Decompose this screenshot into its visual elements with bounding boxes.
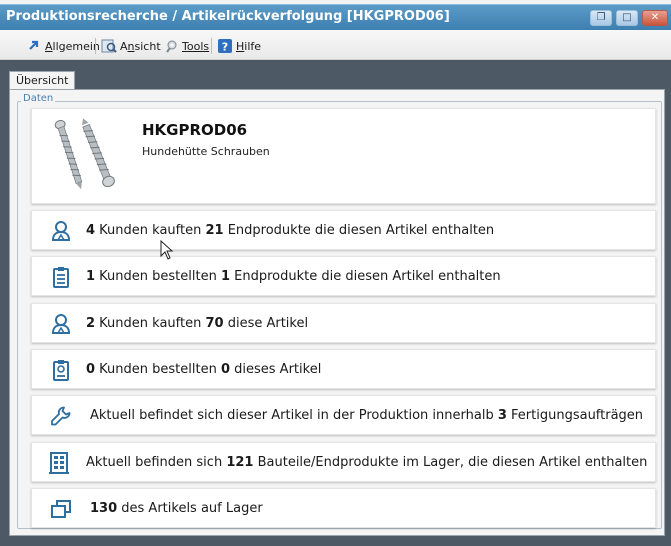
close-icon: ✕: [650, 12, 660, 23]
wrench-icon: [49, 404, 73, 428]
row-label: dieses Artikel: [230, 362, 322, 377]
row-text: 4 Kunden kauften 21 Endprodukte die dies…: [86, 223, 494, 238]
row-text: 0 Kunden bestellten 0 dieses Artikel: [86, 362, 321, 377]
customer-icon: [49, 219, 73, 243]
customer-count: 1: [86, 269, 96, 284]
clipboard-icon: [49, 265, 73, 289]
tab-row: Übersicht: [0, 68, 671, 91]
row-text: Aktuell befinden sich 121 Bauteile/Endpr…: [86, 455, 647, 470]
row-text: Aktuell befindet sich dieser Artikel in …: [90, 408, 643, 423]
warehouse-icon: [47, 451, 71, 475]
row-text: 130 des Artikels auf Lager: [90, 501, 263, 516]
close-button[interactable]: ✕: [642, 10, 668, 26]
menu-tools-label: ools: [186, 39, 210, 53]
row-label: Kunden bestellten: [95, 362, 221, 377]
product-card: HKGPROD06 Hundehütte Schrauben: [31, 108, 656, 204]
menu-bar: Allgemein Ansicht Tools ? Hilfe: [0, 30, 671, 60]
frame-right: [665, 90, 671, 546]
customer-count: 0: [86, 362, 96, 377]
menu-separator: [95, 38, 96, 54]
component-count: 121: [226, 455, 254, 470]
help-icon: ?: [217, 38, 233, 54]
maximize-button[interactable]: □: [616, 10, 638, 26]
tab-uebersicht[interactable]: Übersicht: [9, 71, 76, 91]
row-label: Endprodukte die diesen Artikel enthalten: [223, 223, 495, 238]
production-order-count: 3: [497, 408, 507, 423]
row-label: Kunden bestellten: [95, 269, 221, 284]
app-window: Produktionsrecherche / Artikelrückverfol…: [0, 0, 671, 546]
product-name: Hundehütte Schrauben: [142, 145, 270, 158]
restore-icon: ❐: [596, 12, 606, 23]
group-legend: Daten: [21, 93, 56, 104]
menu-hilfe[interactable]: ? Hilfe: [217, 37, 261, 55]
menu-ansicht-accel: n: [127, 39, 135, 53]
endproduct-count: 21: [205, 223, 224, 238]
info-row-production-orders[interactable]: Aktuell befindet sich dieser Artikel in …: [31, 395, 656, 435]
menu-allgemein-label: llgemein: [52, 39, 100, 53]
customer-count: 2: [86, 316, 96, 331]
info-row-customers-ordered-endproducts[interactable]: 1 Kunden bestellten 1 Endprodukte die di…: [31, 256, 656, 296]
stock-count: 130: [90, 501, 118, 516]
frame-bottom: [0, 536, 671, 546]
article-count: 70: [205, 316, 224, 331]
menu-allgemein[interactable]: Allgemein: [26, 37, 100, 55]
endproduct-count: 1: [220, 269, 231, 284]
info-row-stock[interactable]: 130 des Artikels auf Lager: [31, 488, 656, 528]
svg-text:?: ?: [222, 41, 228, 54]
tools-icon: [163, 38, 179, 54]
info-row-customers-bought-article[interactable]: 2 Kunden kauften 70 diese Artikel: [31, 303, 656, 343]
menu-separator: [211, 38, 212, 54]
menu-allgemein-accel: A: [45, 39, 53, 53]
info-row-customers-bought-endproducts[interactable]: 4 Kunden kauften 21 Endprodukte die dies…: [31, 210, 656, 250]
maximize-icon: □: [622, 12, 632, 23]
customer-icon: [49, 312, 73, 336]
row-label: Kunden kauften: [95, 316, 206, 331]
menu-ansicht-pre: A: [120, 39, 128, 53]
customer-count: 4: [86, 223, 96, 238]
row-label: Endprodukte die diesen Artikel enthalten: [230, 269, 501, 284]
menu-ansicht-label: sicht: [134, 39, 161, 53]
info-row-customers-ordered-article[interactable]: 0 Kunden bestellten 0 dieses Artikel: [31, 349, 656, 389]
order-icon: [49, 358, 73, 382]
info-row-warehouse-components[interactable]: Aktuell befinden sich 121 Bauteile/Endpr…: [31, 442, 656, 482]
frame-left: [0, 90, 9, 546]
row-label: Bauteile/Endprodukte im Lager, die diese…: [253, 455, 648, 470]
product-id: HKGPROD06: [142, 121, 248, 139]
arrow-icon: [26, 38, 42, 54]
menu-hilfe-label: ilfe: [244, 39, 262, 53]
row-label: Aktuell befindet sich dieser Artikel in …: [90, 408, 498, 423]
menu-tools[interactable]: Tools: [163, 37, 209, 55]
row-label: Kunden kauften: [95, 223, 206, 238]
row-text: 2 Kunden kauften 70 diese Artikel: [86, 316, 308, 331]
row-label: diese Artikel: [223, 316, 309, 331]
screws-image: [50, 115, 120, 199]
row-label: Aktuell befinden sich: [86, 455, 227, 470]
stock-icon: [49, 497, 73, 521]
title-bar[interactable]: Produktionsrecherche / Artikelrückverfol…: [0, 4, 671, 30]
menu-ansicht[interactable]: Ansicht: [101, 37, 161, 55]
view-icon: [101, 38, 117, 54]
row-label: des Artikels auf Lager: [117, 501, 263, 516]
mouse-cursor-icon: [160, 239, 174, 260]
restore-button[interactable]: ❐: [590, 10, 612, 26]
frame-band: [0, 60, 671, 68]
window-title: Produktionsrecherche / Artikelrückverfol…: [6, 9, 450, 24]
article-count: 0: [220, 362, 231, 377]
row-text: 1 Kunden bestellten 1 Endprodukte die di…: [86, 269, 501, 284]
row-label: Fertigungsaufträgen: [506, 408, 644, 423]
